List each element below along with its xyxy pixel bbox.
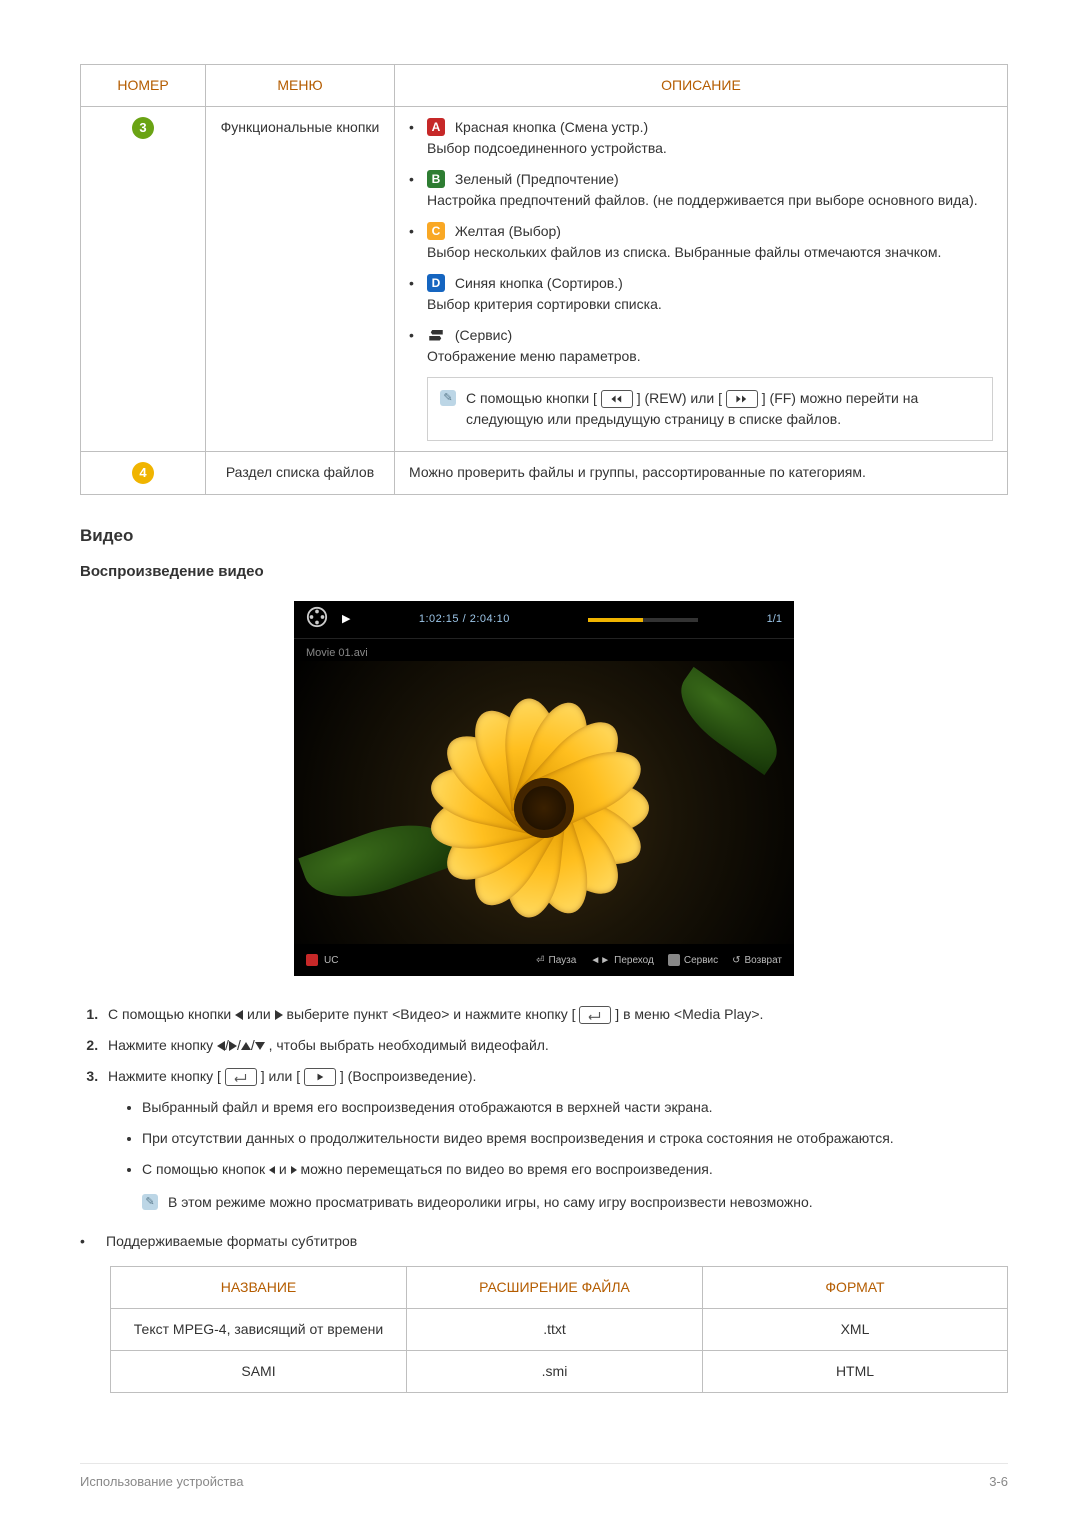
row4-desc: Можно проверить файлы и группы, рассорти… <box>395 452 1008 495</box>
footer-right: 3-6 <box>989 1472 1008 1492</box>
step3-sub2: При отсутствии данных о продолжительност… <box>142 1128 1008 1149</box>
ff-key-icon <box>726 390 758 408</box>
player-progress-bar <box>588 618 698 622</box>
step-2: Нажмите кнопку /// , чтобы выбрать необх… <box>102 1035 1008 1056</box>
subtitle-format-table: НАЗВАНИЕ РАСШИРЕНИЕ ФАЙЛА ФОРМАТ Текст M… <box>110 1266 1008 1393</box>
video-player-screenshot: ▶ 1:02:15 / 2:04:10 1/1 Movie 01.avi <box>294 601 794 976</box>
table-row: 4 Раздел списка файлов Можно проверить ф… <box>81 452 1008 495</box>
th-sub-name: НАЗВАНИЕ <box>111 1267 407 1309</box>
note-text: С помощью кнопки [ ] (REW) или [ ] (FF) … <box>466 388 980 430</box>
green-text: Настройка предпочтений файлов. (не подде… <box>427 192 978 208</box>
enter-key-icon <box>225 1068 257 1086</box>
tools-label: (Сервис) <box>455 327 512 343</box>
left-arrow-icon <box>217 1041 225 1051</box>
return-mini-icon: ↺ <box>732 953 740 968</box>
table-row: SAMI .smi HTML <box>111 1351 1008 1393</box>
subtitle-heading: Поддерживаемые форматы субтитров <box>106 1231 357 1252</box>
sub-ext-0: .ttxt <box>407 1309 703 1351</box>
th-menu: МЕНЮ <box>206 65 395 107</box>
b-button-icon: B <box>427 170 445 188</box>
lr-arrows-icon: ◄► <box>590 953 610 968</box>
note-icon: ✎ <box>142 1194 158 1210</box>
bottom-red-icon <box>306 954 318 966</box>
left-arrow-icon <box>235 1010 243 1020</box>
yellow-text: Выбор нескольких файлов из списка. Выбра… <box>427 244 941 260</box>
c-button-icon: C <box>427 222 445 240</box>
th-number: НОМЕР <box>81 65 206 107</box>
a-button-icon: A <box>427 118 445 136</box>
subtitle-bullet: • Поддерживаемые форматы субтитров <box>80 1231 1008 1252</box>
nav-hint: ◄► Переход <box>590 953 654 968</box>
sub-ext-1: .smi <box>407 1351 703 1393</box>
step-1: С помощью кнопки или выберите пункт <Вид… <box>102 1004 1008 1025</box>
enter-key-icon <box>579 1006 611 1024</box>
player-filename: Movie 01.avi <box>294 639 794 662</box>
inline-note: ✎ В этом режиме можно просматривать виде… <box>142 1192 1008 1213</box>
enter-mini-icon: ⏎ <box>536 953 544 968</box>
inline-note-text: В этом режиме можно просматривать видеор… <box>168 1192 813 1213</box>
playback-heading: Воспроизведение видео <box>80 561 1008 584</box>
steps-list: С помощью кнопки или выберите пункт <Вид… <box>80 1004 1008 1213</box>
pause-hint: ⏎ Пауза <box>536 953 576 968</box>
d-button-icon: D <box>427 274 445 292</box>
yellow-label: Желтая (Выбор) <box>455 223 561 239</box>
step-3: Нажмите кнопку [ ] или [ ] (Воспроизведе… <box>102 1066 1008 1213</box>
player-video-frame <box>294 661 794 944</box>
up-arrow-icon <box>241 1042 251 1050</box>
row4-menu: Раздел списка файлов <box>206 452 395 495</box>
tools-text: Отображение меню параметров. <box>427 348 641 364</box>
row3-menu: Функциональные кнопки <box>206 107 395 452</box>
sub-name-1: SAMI <box>111 1351 407 1393</box>
tools-mini-icon <box>668 954 680 966</box>
row-number-badge-4: 4 <box>132 462 154 484</box>
sub-fmt-0: XML <box>703 1309 1008 1351</box>
player-page: 1/1 <box>767 611 782 628</box>
bottom-left-label: UC <box>324 953 338 968</box>
function-table: НОМЕР МЕНЮ ОПИСАНИЕ 3 Функциональные кно… <box>80 64 1008 495</box>
right-arrow-icon <box>275 1010 283 1020</box>
tools-icon <box>427 327 455 343</box>
step3-sub1: Выбранный файл и время его воспроизведен… <box>142 1097 1008 1118</box>
green-label: Зеленый (Предпочтение) <box>455 171 619 187</box>
th-sub-fmt: ФОРМАТ <box>703 1267 1008 1309</box>
blue-label: Синяя кнопка (Сортиров.) <box>455 275 623 291</box>
rew-key-icon <box>601 390 633 408</box>
th-desc: ОПИСАНИЕ <box>395 65 1008 107</box>
player-time: 1:02:15 / 2:04:10 <box>419 611 510 628</box>
down-arrow-icon <box>255 1042 265 1050</box>
table-row: 3 Функциональные кнопки • A Красная кноп… <box>81 107 1008 452</box>
footer-left: Использование устройства <box>80 1472 243 1492</box>
note-icon: ✎ <box>440 390 456 406</box>
step3-sub3: С помощью кнопок и можно перемещаться по… <box>142 1159 1008 1180</box>
note-box: ✎ С помощью кнопки [ ] (REW) или [ <box>427 377 993 441</box>
right-arrow-icon <box>291 1166 297 1174</box>
red-text: Выбор подсоединенного устройства. <box>427 140 667 156</box>
page-footer: Использование устройства 3-6 <box>80 1463 1008 1492</box>
left-arrow-icon <box>269 1166 275 1174</box>
sub-name-0: Текст MPEG-4, зависящий от времени <box>111 1309 407 1351</box>
red-label: Красная кнопка (Смена устр.) <box>455 119 648 135</box>
film-reel-icon <box>306 606 328 634</box>
right-arrow-icon <box>229 1041 237 1051</box>
th-sub-ext: РАСШИРЕНИЕ ФАЙЛА <box>407 1267 703 1309</box>
play-key-icon <box>304 1068 336 1086</box>
video-heading: Видео <box>80 523 1008 549</box>
blue-text: Выбор критерия сортировки списка. <box>427 296 662 312</box>
sub-fmt-1: HTML <box>703 1351 1008 1393</box>
play-indicator-icon: ▶ <box>342 611 350 628</box>
row-number-badge-3: 3 <box>132 117 154 139</box>
return-hint: ↺ Возврат <box>732 953 782 968</box>
tools-hint: Сервис <box>668 953 718 968</box>
table-row: Текст MPEG-4, зависящий от времени .ttxt… <box>111 1309 1008 1351</box>
